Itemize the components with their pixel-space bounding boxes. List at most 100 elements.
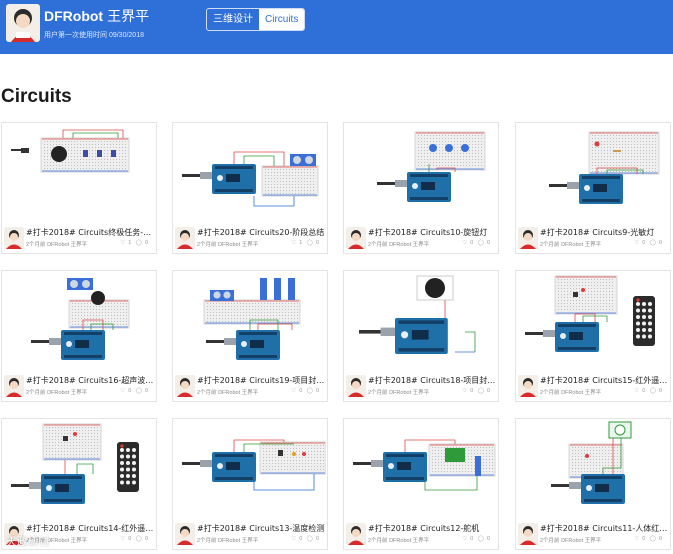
card-meta: 2个月前 DFRobot 王界平 xyxy=(368,538,430,544)
circuit-card[interactable]: #打卡2018# Circuits15-红外遥控… 2个月前 DFRobot 王… xyxy=(515,270,671,402)
heart-icon[interactable]: ♡ xyxy=(462,240,467,246)
comment-count: 0 xyxy=(486,240,490,246)
usb-plug xyxy=(395,180,407,187)
buzzer xyxy=(91,291,105,305)
heart-icon[interactable]: ♡ xyxy=(462,536,467,542)
card-title[interactable]: #打卡2018# Circuits19-项目封装… xyxy=(197,375,325,386)
comment-icon[interactable]: ◯ xyxy=(650,536,656,542)
card-title[interactable]: #打卡2018# Circuits20-阶段总结 xyxy=(197,227,325,238)
circuit-thumbnail[interactable] xyxy=(345,420,497,518)
author-avatar[interactable] xyxy=(518,523,538,545)
comment-icon[interactable]: ◯ xyxy=(650,240,656,246)
comment-icon[interactable]: ◯ xyxy=(478,240,484,246)
author-avatar[interactable] xyxy=(518,375,538,397)
card-meta: 2个月前 DFRobot 王界平 xyxy=(368,242,430,248)
circuit-card[interactable]: #打卡2018# Circuits18-项目封装… 2个月前 DFRobot 王… xyxy=(343,270,499,402)
circuit-card[interactable]: #打卡2018# Circuits9-光敏灯 2个月前 DFRobot 王界平 … xyxy=(515,122,671,254)
circuit-thumbnail[interactable] xyxy=(174,272,326,370)
author-avatar[interactable] xyxy=(346,523,366,545)
like-count: 1 xyxy=(299,240,303,246)
led xyxy=(594,141,600,147)
author-avatar[interactable] xyxy=(518,227,538,249)
comment-icon[interactable]: ◯ xyxy=(136,240,142,246)
heart-icon[interactable]: ♡ xyxy=(634,536,639,542)
usb-cable xyxy=(377,182,395,185)
like-count: 0 xyxy=(642,388,646,394)
circuit-thumbnail[interactable] xyxy=(3,420,155,518)
usb-cable xyxy=(182,174,200,177)
circuit-card[interactable]: #打卡2018# Circuits16-超声波倒… 2个月前 DFRobot 王… xyxy=(1,270,157,402)
comment-icon[interactable]: ◯ xyxy=(478,388,484,394)
author-avatar[interactable] xyxy=(175,375,195,397)
circuit-card[interactable]: #打卡2018# Circuits12-舵机 2个月前 DFRobot 王界平 … xyxy=(343,418,499,550)
like-count: 0 xyxy=(470,536,474,542)
comment-icon[interactable]: ◯ xyxy=(650,388,656,394)
card-title[interactable]: #打卡2018# Circuits9-光敏灯 xyxy=(540,227,668,238)
heart-icon[interactable]: ♡ xyxy=(120,536,125,542)
circuit-card[interactable]: #打卡2018# Circuits20-阶段总结 2个月前 DFRobot 王界… xyxy=(172,122,328,254)
circuit-thumbnail[interactable] xyxy=(517,420,669,518)
arduino-board xyxy=(61,330,105,360)
card-title[interactable]: #打卡2018# Circuits10-旋钮灯 xyxy=(368,227,496,238)
comment-icon[interactable]: ◯ xyxy=(307,536,313,542)
like-count: 0 xyxy=(642,536,646,542)
like-count: 0 xyxy=(470,240,474,246)
card-title[interactable]: #打卡2018# Circuits16-超声波倒… xyxy=(26,375,154,386)
circuit-thumbnail[interactable] xyxy=(3,272,155,370)
heart-icon[interactable]: ♡ xyxy=(634,240,639,246)
top-header-bar: DFRobot 王界平 用户第一次使用时间 09/30/2018 三维设计 Cir… xyxy=(0,0,673,54)
heart-icon[interactable]: ♡ xyxy=(291,240,296,246)
circuit-card[interactable]: #打卡2018# Circuits终极任务-灯… 2个月前 DFRobot 王界… xyxy=(1,122,157,254)
tab-circuits[interactable]: Circuits xyxy=(259,9,305,30)
comment-icon[interactable]: ◯ xyxy=(136,536,142,542)
comment-count: 0 xyxy=(658,388,662,394)
circuit-thumbnail[interactable] xyxy=(3,124,155,222)
comment-icon[interactable]: ◯ xyxy=(307,388,313,394)
comment-icon[interactable]: ◯ xyxy=(478,536,484,542)
card-stats: ♡ 0 ◯ 0 xyxy=(631,536,662,542)
usb-plug xyxy=(200,460,212,467)
author-avatar[interactable] xyxy=(175,227,195,249)
author-avatar[interactable] xyxy=(346,227,366,249)
arduino-board xyxy=(395,318,448,354)
circuit-thumbnail[interactable] xyxy=(174,124,326,222)
author-avatar[interactable] xyxy=(346,375,366,397)
circuit-thumbnail[interactable] xyxy=(345,272,497,370)
heart-icon[interactable]: ♡ xyxy=(291,536,296,542)
card-stats: ♡ 0 ◯ 0 xyxy=(631,388,662,394)
card-title[interactable]: #打卡2018# Circuits18-项目封装… xyxy=(368,375,496,386)
author-avatar[interactable] xyxy=(175,523,195,545)
circuit-thumbnail[interactable] xyxy=(517,124,669,222)
comment-count: 0 xyxy=(144,240,148,246)
card-title[interactable]: #打卡2018# Circuits11-人体红外… xyxy=(540,523,668,534)
circuit-card[interactable]: #打卡2018# Circuits11-人体红外… 2个月前 DFRobot 王… xyxy=(515,418,671,550)
comment-icon[interactable]: ◯ xyxy=(136,388,142,394)
heart-icon[interactable]: ♡ xyxy=(634,388,639,394)
circuit-thumbnail[interactable] xyxy=(345,124,497,222)
card-stats: ♡ 0 ◯ 0 xyxy=(117,536,148,542)
circuit-card[interactable]: #打卡2018# Circuits10-旋钮灯 2个月前 DFRobot 王界平… xyxy=(343,122,499,254)
user-avatar[interactable] xyxy=(6,4,40,42)
card-stats: ♡ 0 ◯ 0 xyxy=(117,388,148,394)
comment-icon[interactable]: ◯ xyxy=(307,240,313,246)
tab-3d-design[interactable]: 三维设计 xyxy=(207,9,259,30)
arduino-board xyxy=(555,322,599,352)
heart-icon[interactable]: ♡ xyxy=(120,240,125,246)
circuit-card[interactable]: #打卡2018# Circuits19-项目封装… 2个月前 DFRobot 王… xyxy=(172,270,328,402)
heart-icon[interactable]: ♡ xyxy=(291,388,296,394)
circuit-card[interactable]: #打卡2018# Circuits14-红外遥控… 2个月前 DFRobot 王… xyxy=(1,418,157,550)
card-title[interactable]: #打卡2018# Circuits15-红外遥控… xyxy=(540,375,668,386)
author-avatar[interactable] xyxy=(4,227,24,249)
author-avatar[interactable] xyxy=(4,375,24,397)
card-title[interactable]: #打卡2018# Circuits终极任务-灯… xyxy=(26,227,154,238)
circuit-card[interactable]: #打卡2018# Circuits13-温度检测 2个月前 DFRobot 王界… xyxy=(172,418,328,550)
card-title[interactable]: #打卡2018# Circuits12-舵机 xyxy=(368,523,496,534)
circuit-thumbnail[interactable] xyxy=(517,272,669,370)
usb-plug xyxy=(380,327,395,336)
user-name[interactable]: DFRobot 王界平 xyxy=(44,6,149,26)
card-title[interactable]: #打卡2018# Circuits13-温度检测 xyxy=(197,523,325,534)
heart-icon[interactable]: ♡ xyxy=(462,388,467,394)
card-meta: 2个月前 DFRobot 王界平 xyxy=(540,538,602,544)
circuit-thumbnail[interactable] xyxy=(174,420,326,518)
heart-icon[interactable]: ♡ xyxy=(120,388,125,394)
